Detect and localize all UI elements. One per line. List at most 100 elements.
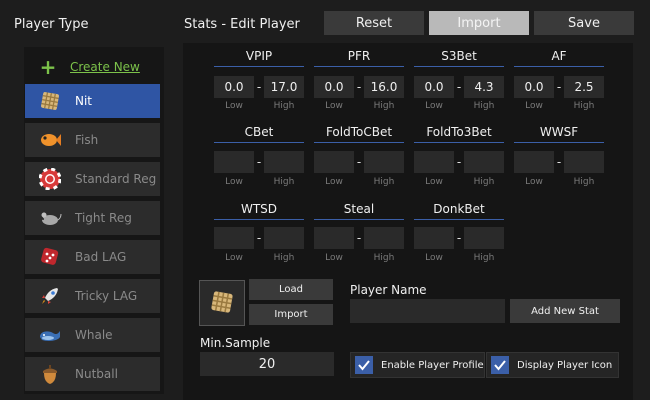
high-label: High: [473, 101, 495, 111]
save-button[interactable]: Save: [534, 11, 634, 35]
stat-low-input[interactable]: [314, 151, 354, 173]
player-type-tricky-lag[interactable]: Tricky LAG: [25, 279, 160, 313]
stat-title-foldto3bet: FoldTo3Bet: [414, 125, 504, 143]
stat-title-pfr: PFR: [314, 49, 404, 67]
player-type-whale[interactable]: Whale: [25, 318, 160, 352]
dice-icon: [25, 240, 75, 274]
stat-high-input[interactable]: 16.0: [364, 76, 404, 98]
high-label: High: [373, 101, 395, 111]
stats-edit-title: Stats - Edit Player: [184, 17, 300, 32]
low-label: Low: [225, 101, 243, 111]
plus-icon: +: [39, 55, 57, 79]
low-label: Low: [425, 177, 443, 187]
stat-low-input[interactable]: 0.0: [314, 76, 354, 98]
waffle-icon: [209, 289, 235, 318]
enable-player-profile-checkbox[interactable]: Enable Player Profile: [350, 352, 485, 378]
range-dash: -: [356, 231, 362, 245]
stat-high-input[interactable]: 17.0: [264, 76, 304, 98]
player-name-input[interactable]: [350, 299, 505, 323]
low-label: Low: [225, 253, 243, 263]
min-sample-label: Min.Sample: [200, 336, 271, 350]
checkmark-icon: [355, 356, 373, 374]
reset-button[interactable]: Reset: [324, 11, 424, 35]
player-type-label: Standard Reg: [75, 172, 157, 186]
player-type-nit[interactable]: Nit: [25, 84, 160, 118]
min-sample-input[interactable]: 20: [200, 352, 334, 376]
stat-low-input[interactable]: [214, 227, 254, 249]
player-type-label: Tight Reg: [75, 211, 132, 225]
stat-high-input[interactable]: 2.5: [564, 76, 604, 98]
player-type-standard-reg[interactable]: Standard Reg: [25, 162, 160, 196]
acorn-icon: [25, 357, 75, 391]
player-type-label: Nutball: [75, 367, 118, 381]
display-player-icon-checkbox[interactable]: Display Player Icon: [486, 352, 619, 378]
stat-low-input[interactable]: 0.0: [514, 76, 554, 98]
create-new-label: Create New: [70, 60, 140, 74]
player-type-tight-reg[interactable]: Tight Reg: [25, 201, 160, 235]
low-label: Low: [325, 253, 343, 263]
high-label: High: [573, 177, 595, 187]
range-dash: -: [556, 155, 562, 169]
stat-title-vpip: VPIP: [214, 49, 304, 67]
rocket-icon: [25, 279, 75, 313]
high-label: High: [573, 101, 595, 111]
player-name-label: Player Name: [350, 283, 427, 297]
range-dash: -: [256, 155, 262, 169]
high-label: High: [273, 177, 295, 187]
range-dash: -: [456, 155, 462, 169]
low-label: Low: [325, 177, 343, 187]
add-new-stat-button[interactable]: Add New Stat: [510, 299, 620, 323]
player-type-title: Player Type: [14, 17, 89, 32]
display-player-icon-label: Display Player Icon: [517, 359, 613, 371]
stat-title-donkbet: DonkBet: [414, 202, 504, 220]
high-label: High: [473, 177, 495, 187]
range-dash: -: [256, 80, 262, 94]
player-icon-preview: [199, 280, 245, 326]
import-icon-button[interactable]: Import: [249, 304, 333, 325]
high-label: High: [373, 177, 395, 187]
stat-high-input[interactable]: [264, 151, 304, 173]
stat-low-input[interactable]: [214, 151, 254, 173]
import-button[interactable]: Import: [429, 11, 529, 35]
stat-low-input[interactable]: [514, 151, 554, 173]
stat-low-input[interactable]: [414, 227, 454, 249]
player-type-bad-lag[interactable]: Bad LAG: [25, 240, 160, 274]
stat-high-input[interactable]: 4.3: [464, 76, 504, 98]
stat-title-wtsd: WTSD: [214, 202, 304, 220]
stat-low-input[interactable]: [314, 227, 354, 249]
checkmark-icon: [491, 356, 509, 374]
stat-low-input[interactable]: 0.0: [214, 76, 254, 98]
stat-high-input[interactable]: [364, 227, 404, 249]
low-label: Low: [425, 253, 443, 263]
low-label: Low: [325, 101, 343, 111]
low-label: Low: [525, 101, 543, 111]
player-type-label: Nit: [75, 94, 93, 108]
stat-title-af: AF: [514, 49, 604, 67]
poker-chip-icon: [25, 162, 75, 196]
high-label: High: [273, 253, 295, 263]
stat-title-steal: Steal: [314, 202, 404, 220]
stat-high-input[interactable]: [464, 227, 504, 249]
player-type-nutball[interactable]: Nutball: [25, 357, 160, 391]
high-label: High: [373, 253, 395, 263]
range-dash: -: [356, 155, 362, 169]
stat-high-input[interactable]: [264, 227, 304, 249]
stat-title-foldtocbet: FoldToCBet: [314, 125, 404, 143]
stat-high-input[interactable]: [364, 151, 404, 173]
stat-high-input[interactable]: [564, 151, 604, 173]
player-type-label: Whale: [75, 328, 113, 342]
stat-title-wwsf: WWSF: [514, 125, 604, 143]
stat-high-input[interactable]: [464, 151, 504, 173]
stat-low-input[interactable]: 0.0: [414, 76, 454, 98]
load-icon-button[interactable]: Load: [249, 279, 333, 300]
waffle-icon: [25, 84, 75, 118]
player-type-label: Fish: [75, 133, 99, 147]
low-label: Low: [425, 101, 443, 111]
create-new-button[interactable]: + Create New: [26, 53, 162, 81]
player-type-fish[interactable]: Fish: [25, 123, 160, 157]
high-label: High: [273, 101, 295, 111]
whale-icon: [25, 318, 75, 352]
mouse-icon: [25, 201, 75, 235]
stat-low-input[interactable]: [414, 151, 454, 173]
player-type-label: Bad LAG: [75, 250, 127, 264]
